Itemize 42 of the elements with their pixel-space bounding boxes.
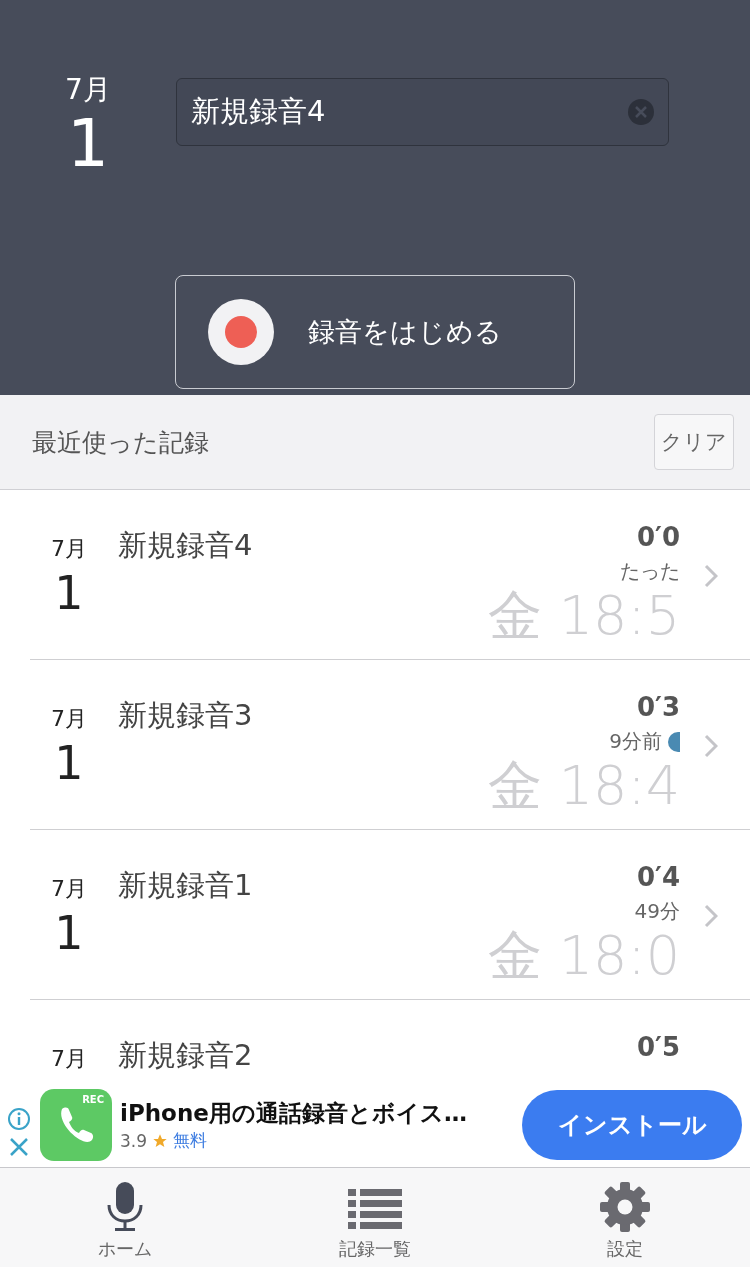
duration-label: 0′4 (636, 861, 680, 894)
record-icon (208, 299, 274, 365)
settings-icon (599, 1181, 651, 1233)
record-title: 新規録音4 (118, 527, 254, 564)
month-label: 7月 (51, 535, 87, 563)
clear-button[interactable]: クリア (654, 414, 734, 470)
month-label: 7月 (51, 875, 87, 903)
record-title: 新規録音1 (118, 867, 254, 904)
record-title: 新規録音2 (118, 1037, 254, 1074)
month-label: 7月 (65, 72, 111, 108)
microphone-icon (105, 1181, 145, 1233)
day-label: 1 (67, 110, 109, 178)
star-icon (152, 1132, 169, 1149)
rating-label: 3.9 (120, 1130, 148, 1151)
ad-title: iPhone用の通話録音とボイス… (120, 1099, 468, 1128)
tab[interactable]: 記録一覧 (250, 1168, 500, 1267)
duration-label: 0′5 (636, 1031, 680, 1064)
info-icon[interactable] (7, 1107, 31, 1131)
close-icon[interactable] (9, 1137, 29, 1157)
day-label: 1 (54, 565, 84, 622)
day-label: 1 (54, 735, 84, 792)
time-ago-label: 9分前 (609, 728, 662, 755)
title-field[interactable]: 新規録音4 (176, 78, 669, 146)
chevron-icon (704, 904, 718, 928)
record-title: 新規録音3 (118, 697, 254, 734)
chevron-icon (704, 734, 718, 758)
section-title: 最近使った記録 (32, 426, 209, 459)
time-ago-label: たった (620, 558, 680, 585)
rec-label: REC (82, 1094, 104, 1105)
record-button[interactable]: 録音をはじめる (175, 275, 575, 389)
chevron-icon (704, 564, 718, 588)
day-label: 1 (54, 905, 84, 962)
price-label: 無料 (173, 1129, 208, 1152)
month-label: 7月 (51, 1045, 87, 1073)
clear-icon[interactable] (627, 98, 655, 126)
install-button[interactable]: インストール (522, 1090, 742, 1160)
time-ago-label: 49分 (634, 898, 680, 925)
month-label: 7月 (51, 705, 87, 733)
tab[interactable]: ホーム (0, 1168, 250, 1267)
duration-label: 0′3 (636, 691, 680, 724)
tab[interactable]: 設定 (500, 1168, 750, 1267)
duration-label: 0′0 (636, 521, 680, 554)
